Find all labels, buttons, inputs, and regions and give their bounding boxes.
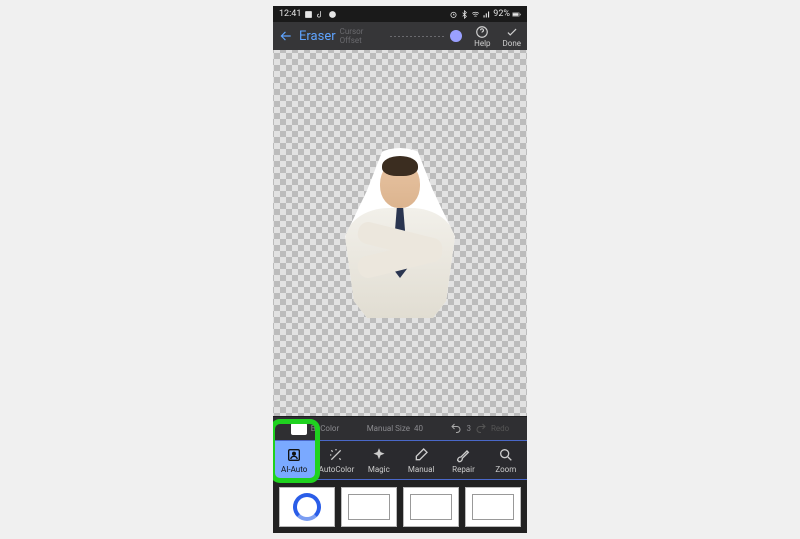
manual-size-value: 40 [414, 424, 423, 433]
tool-label: Manual [408, 465, 434, 474]
ring-icon [293, 493, 321, 521]
bgcolor-thumb-icon [291, 423, 307, 435]
undo-button[interactable] [450, 422, 462, 436]
subject-head [380, 160, 420, 208]
done-button[interactable]: Done [503, 25, 521, 48]
thumbnail-item[interactable] [403, 487, 459, 527]
tool-magic[interactable]: Magic [358, 441, 400, 479]
bgcolor-label: BgColor [311, 424, 339, 433]
clock: 12:41 [279, 9, 301, 19]
subject-torso [345, 208, 455, 318]
help-icon [475, 25, 489, 39]
redo-label: Redo [491, 424, 509, 433]
help-button[interactable]: Help [474, 25, 490, 48]
main-toolbar: AI-Auto AutoColor Magic Manual Repair Zo… [273, 440, 527, 480]
tool-label: Repair [452, 465, 475, 474]
tool-auto-color[interactable]: AutoColor [315, 441, 357, 479]
wand-icon [328, 447, 344, 463]
battery-percent: 92% [493, 9, 510, 19]
brush-icon [455, 447, 471, 463]
help-label: Help [474, 39, 490, 48]
thumbnail-strip [273, 480, 527, 533]
back-button[interactable] [279, 29, 293, 43]
zoom-icon [498, 447, 514, 463]
phone-screen: 12:41 92% Eraser Cursor Offset Help [273, 6, 527, 533]
offset-track [390, 36, 446, 37]
tiktok-icon [316, 10, 325, 19]
tool-label: Magic [368, 465, 390, 474]
manual-size-label: Manual Size [367, 424, 410, 433]
ai-auto-icon [286, 447, 302, 463]
thumbnail-item[interactable] [465, 487, 521, 527]
secondary-toolbar: BgColor Manual Size 40 3 Redo [273, 416, 527, 440]
tool-label: AI-Auto [281, 465, 307, 474]
signal-icon [482, 10, 491, 19]
page-title: Eraser [299, 29, 336, 44]
check-icon [505, 25, 519, 39]
undo-count: 3 [466, 424, 471, 433]
tool-label: AutoColor [319, 465, 355, 474]
thumbnail-item[interactable] [279, 487, 335, 527]
done-label: Done [503, 39, 521, 48]
tool-zoom[interactable]: Zoom [485, 441, 527, 479]
status-bar: 12:41 92% [273, 6, 527, 22]
tool-ai-auto[interactable]: AI-Auto [273, 441, 315, 479]
battery-icon [512, 10, 521, 19]
header: Eraser Cursor Offset Help Done [273, 22, 527, 50]
manual-size-control[interactable]: Manual Size 40 [367, 424, 423, 433]
offset-slider-thumb[interactable] [450, 30, 462, 42]
sparkle-icon [371, 447, 387, 463]
bluetooth-icon [460, 10, 469, 19]
wifi-icon [471, 10, 480, 19]
tool-label: Zoom [495, 465, 516, 474]
cursor-offset-label: Cursor Offset [340, 27, 386, 45]
eraser-icon [413, 447, 429, 463]
bgcolor-button[interactable]: BgColor [291, 423, 339, 435]
editor-canvas[interactable] [273, 50, 527, 416]
redo-button[interactable] [475, 422, 487, 436]
messenger-icon [328, 10, 337, 19]
gallery-icon [304, 10, 313, 19]
alarm-icon [449, 10, 458, 19]
tool-manual[interactable]: Manual [400, 441, 442, 479]
foreground-subject [345, 148, 455, 318]
thumbnail-item[interactable] [341, 487, 397, 527]
tool-repair[interactable]: Repair [442, 441, 484, 479]
